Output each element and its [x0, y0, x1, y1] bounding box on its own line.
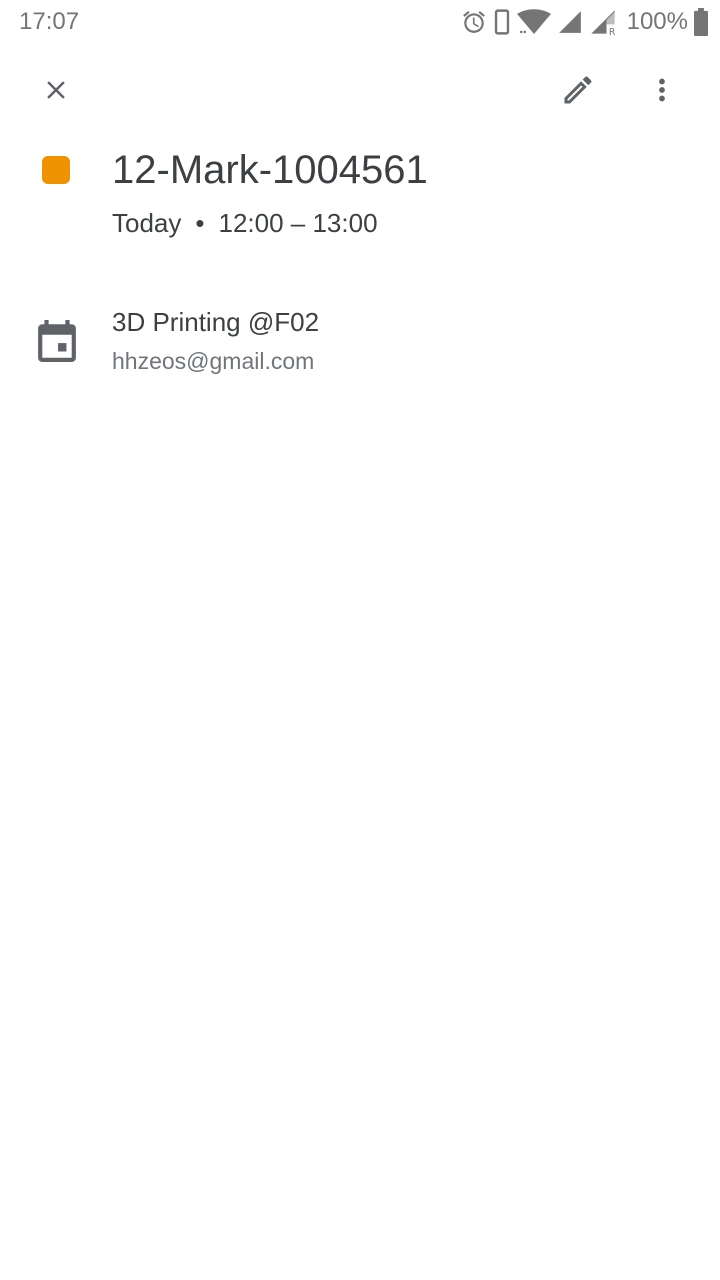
event-day: Today: [112, 208, 182, 238]
event-time-range: 12:00 – 13:00: [218, 208, 378, 238]
more-vert-icon: [645, 73, 679, 112]
battery-icon: [694, 8, 708, 36]
alarm-icon: [461, 9, 487, 35]
pencil-icon: [560, 72, 596, 113]
event-separator: •: [195, 208, 205, 238]
event-datetime: Today • 12:00 – 13:00: [112, 205, 378, 241]
event-title: 12-Mark-1004561: [112, 148, 428, 192]
status-time: 17:07: [19, 8, 80, 35]
battery-percent: 100%: [626, 8, 688, 35]
wifi-icon: [516, 9, 551, 35]
event-color-chip: [42, 156, 70, 184]
more-options-button[interactable]: [636, 66, 688, 118]
status-icons: R 100%: [461, 6, 708, 38]
signal-icon: [557, 9, 583, 35]
edit-button[interactable]: [552, 66, 604, 118]
top-app-bar: [0, 56, 720, 128]
event-detail-screen: 17:07 R 100% 12-Mark-1004561 Today • 12:…: [0, 0, 720, 1280]
calendar-icon: [38, 320, 76, 362]
status-bar: 17:07 R 100%: [0, 0, 720, 44]
signal-roaming-icon: R: [589, 8, 617, 36]
svg-text:R: R: [608, 27, 615, 36]
calendar-name: 3D Printing @F02: [112, 307, 320, 337]
calendar-account: hhzeos@gmail.com: [112, 348, 315, 374]
close-button[interactable]: [30, 66, 82, 118]
close-icon: [41, 75, 71, 110]
phone-icon: [493, 9, 511, 35]
